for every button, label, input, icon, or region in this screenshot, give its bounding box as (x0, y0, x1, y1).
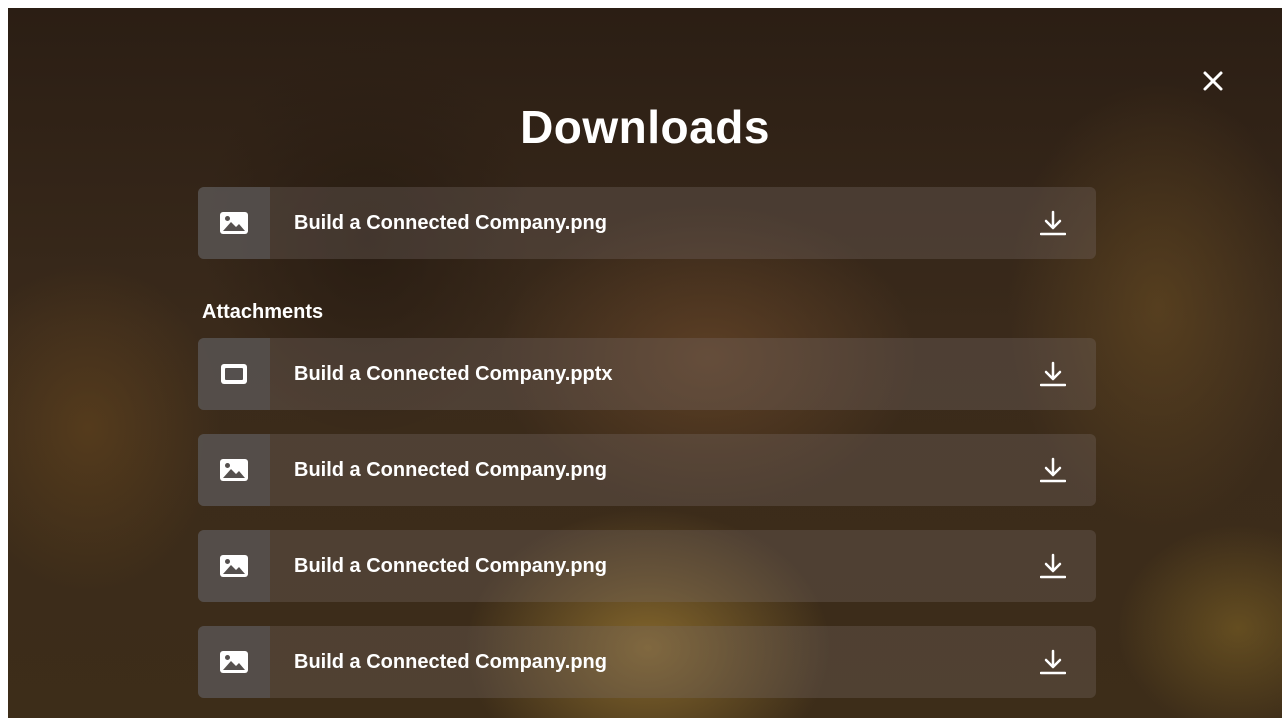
primary-file-row[interactable]: Build a Connected Company.png (198, 187, 1096, 259)
file-name: Build a Connected Company.png (294, 211, 607, 234)
download-icon (1040, 210, 1066, 236)
image-icon (220, 459, 248, 481)
close-icon (1203, 71, 1223, 91)
image-icon (220, 212, 248, 234)
attachment-row[interactable]: Build a Connected Company.png (198, 434, 1096, 506)
file-type-panel (198, 187, 270, 259)
attachment-row[interactable]: Build a Connected Company.pptx (198, 338, 1096, 410)
downloads-overlay: Downloads Build a Connected Company.png … (8, 8, 1282, 718)
page-title: Downloads (520, 101, 770, 153)
close-button[interactable] (1198, 66, 1228, 96)
file-type-panel (198, 530, 270, 602)
attachments-heading: Attachments (202, 301, 324, 323)
file-name: Build a Connected Company.png (294, 554, 607, 577)
attachment-row[interactable]: Build a Connected Company.png (198, 530, 1096, 602)
image-icon (220, 651, 248, 673)
download-button[interactable] (1038, 455, 1068, 485)
download-icon (1040, 361, 1066, 387)
download-icon (1040, 457, 1066, 483)
attachment-row[interactable]: Build a Connected Company.png (198, 626, 1096, 698)
download-button[interactable] (1038, 551, 1068, 581)
download-button[interactable] (1038, 359, 1068, 389)
download-icon (1040, 553, 1066, 579)
file-name: Build a Connected Company.pptx (294, 362, 613, 385)
file-type-panel (198, 626, 270, 698)
download-icon (1040, 649, 1066, 675)
file-type-panel (198, 434, 270, 506)
download-button[interactable] (1038, 647, 1068, 677)
file-name: Build a Connected Company.png (294, 650, 607, 673)
image-icon (220, 555, 248, 577)
file-type-panel (198, 338, 270, 410)
download-button[interactable] (1038, 208, 1068, 238)
file-name: Build a Connected Company.png (294, 458, 607, 481)
presentation-icon (221, 364, 247, 384)
